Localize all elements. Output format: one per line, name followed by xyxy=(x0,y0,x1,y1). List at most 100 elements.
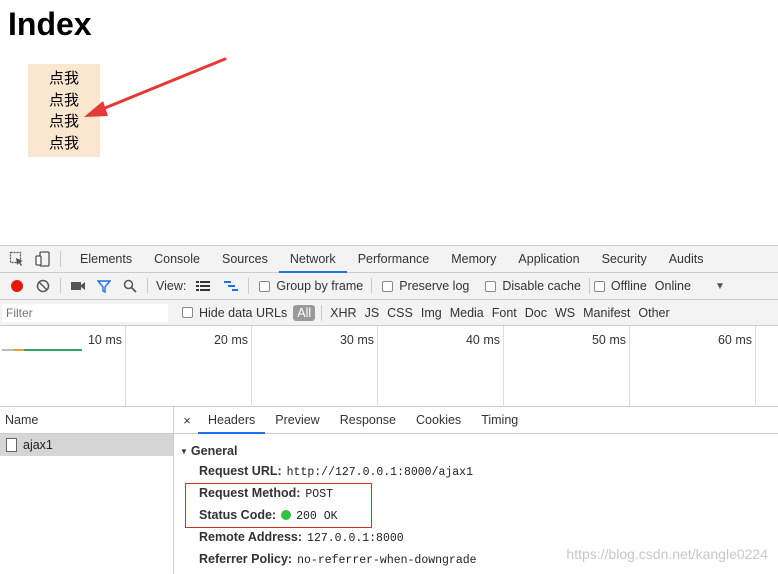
filter-type-font[interactable]: Font xyxy=(492,306,517,320)
tab-performance[interactable]: Performance xyxy=(347,246,441,273)
tab-network[interactable]: Network xyxy=(278,246,347,273)
document-icon xyxy=(6,438,17,452)
timeline-column: 50 ms xyxy=(504,326,630,407)
filter-type-xhr[interactable]: XHR xyxy=(330,306,356,320)
header-key: Referrer Policy: xyxy=(199,552,293,566)
header-value: no-referrer-when-downgrade xyxy=(297,554,477,567)
tab-preview[interactable]: Preview xyxy=(265,407,329,434)
toolbar-divider xyxy=(321,304,323,321)
timeline-column: 60 ms xyxy=(630,326,756,407)
tab-memory[interactable]: Memory xyxy=(440,246,507,273)
detail-tab-bar: × Headers Preview Response Cookies Timin… xyxy=(174,407,778,434)
watermark: https://blog.csdn.net/kangle0224 xyxy=(566,546,768,562)
header-value: 200 OK xyxy=(296,510,338,523)
timeline-column: 40 ms xyxy=(378,326,504,407)
timeline-tick-label: 50 ms xyxy=(591,333,626,347)
filter-type-manifest[interactable]: Manifest xyxy=(583,306,630,320)
throttle-select[interactable]: Online xyxy=(655,279,691,293)
devtools-tab-bar: Elements Console Sources Network Perform… xyxy=(0,246,778,273)
header-key: Request Method: xyxy=(199,486,301,500)
inspect-element-icon[interactable] xyxy=(8,250,26,268)
devtools-panel: Elements Console Sources Network Perform… xyxy=(0,245,778,574)
timeline-tick-label: 20 ms xyxy=(213,333,248,347)
large-rows-icon[interactable] xyxy=(194,277,212,295)
close-icon[interactable]: × xyxy=(176,413,198,428)
disable-cache-checkbox[interactable]: Disable cache xyxy=(485,279,581,293)
offline-checkbox[interactable]: Offline xyxy=(593,279,647,293)
timeline-stalled-bar xyxy=(14,349,24,351)
request-name: ajax1 xyxy=(23,438,53,452)
toolbar-divider xyxy=(588,278,590,294)
network-overview-timeline[interactable]: 10 ms 20 ms 30 ms 40 ms 50 ms 60 ms xyxy=(0,326,778,407)
group-by-frame-label: Group by frame xyxy=(276,279,364,293)
waterfall-overview-icon[interactable] xyxy=(222,277,240,295)
timeline-column: 20 ms xyxy=(126,326,252,407)
group-by-frame-checkbox[interactable]: Group by frame xyxy=(259,279,363,293)
toolbar-divider xyxy=(248,278,250,294)
tab-response[interactable]: Response xyxy=(330,407,406,434)
filter-funnel-icon[interactable] xyxy=(95,277,113,295)
preserve-log-checkbox[interactable]: Preserve log xyxy=(382,279,469,293)
tab-audits[interactable]: Audits xyxy=(658,246,715,273)
toolbar-divider xyxy=(60,278,61,294)
tab-console[interactable]: Console xyxy=(143,246,211,273)
name-column-header[interactable]: Name xyxy=(0,407,173,434)
filter-type-css[interactable]: CSS xyxy=(387,306,413,320)
timeline-column: 10 ms xyxy=(0,326,126,407)
timeline-tick-label: 40 ms xyxy=(465,333,500,347)
preserve-log-label: Preserve log xyxy=(399,279,470,293)
header-row-request-url: Request URL: http://127.0.0.1:8000/ajax1 xyxy=(174,460,778,482)
tab-elements[interactable]: Elements xyxy=(69,246,143,273)
click-me-item-1[interactable]: 点我 xyxy=(28,68,100,90)
header-value: 127.0.0.1:8000 xyxy=(307,532,404,545)
tab-sources[interactable]: Sources xyxy=(211,246,279,273)
tab-cookies[interactable]: Cookies xyxy=(406,407,471,434)
filter-type-all[interactable]: All xyxy=(293,304,316,321)
clear-icon[interactable] xyxy=(34,277,52,295)
tab-timing[interactable]: Timing xyxy=(471,407,528,434)
filter-type-doc[interactable]: Doc xyxy=(525,306,547,320)
timeline-tick-label: 60 ms xyxy=(717,333,752,347)
header-value: http://127.0.0.1:8000/ajax1 xyxy=(286,466,473,479)
click-me-item-3[interactable]: 点我 xyxy=(28,111,100,133)
toolbar-divider xyxy=(147,278,148,294)
timeline-tick-label: 10 ms xyxy=(87,333,122,347)
click-me-item-4[interactable]: 点我 xyxy=(28,133,100,155)
click-box: 点我 点我 点我 点我 xyxy=(28,64,100,157)
record-icon[interactable] xyxy=(8,277,26,295)
device-toolbar-icon[interactable] xyxy=(34,250,52,268)
search-icon[interactable] xyxy=(121,277,139,295)
hide-data-urls-label: Hide data URLs xyxy=(199,305,288,320)
status-ok-icon xyxy=(281,510,292,520)
page-title: Index xyxy=(8,6,92,42)
checkbox-box xyxy=(593,280,605,292)
timeline-download-bar xyxy=(24,349,82,351)
filter-bar: Hide data URLs All XHR JS CSS Img Media … xyxy=(0,300,778,326)
checkbox-box xyxy=(382,280,394,292)
screenshot-camera-icon[interactable] xyxy=(69,277,87,295)
filter-type-other[interactable]: Other xyxy=(638,306,669,320)
dropdown-arrow-icon[interactable]: ▼ xyxy=(715,281,725,292)
header-key: Remote Address: xyxy=(199,530,303,544)
network-toolbar: View: Group by frame Preserve log Disabl… xyxy=(0,273,778,300)
filter-type-img[interactable]: Img xyxy=(421,306,442,320)
general-section-header[interactable]: ▼ General xyxy=(180,444,778,458)
checkbox-box xyxy=(485,280,497,292)
tab-headers[interactable]: Headers xyxy=(198,407,266,434)
filter-type-ws[interactable]: WS xyxy=(555,306,575,320)
filter-input[interactable] xyxy=(2,303,168,322)
disable-cache-label: Disable cache xyxy=(502,279,581,293)
click-me-item-2[interactable]: 点我 xyxy=(28,90,100,112)
request-row[interactable]: ajax1 xyxy=(0,434,173,456)
header-key: Request URL: xyxy=(199,464,282,478)
checkbox-box xyxy=(259,280,271,292)
screenshot-root: Index 点我 点我 点我 点我 Elements Console Sourc… xyxy=(0,0,778,574)
toolbar-divider xyxy=(371,278,373,294)
hide-data-urls-checkbox[interactable]: Hide data URLs xyxy=(182,306,287,320)
filter-type-js[interactable]: JS xyxy=(365,306,380,320)
request-list: Name ajax1 xyxy=(0,407,174,574)
filter-type-media[interactable]: Media xyxy=(450,306,484,320)
tab-security[interactable]: Security xyxy=(591,246,658,273)
header-row-remote-address: Remote Address: 127.0.0.1:8000 xyxy=(174,526,778,548)
tab-application[interactable]: Application xyxy=(507,246,590,273)
